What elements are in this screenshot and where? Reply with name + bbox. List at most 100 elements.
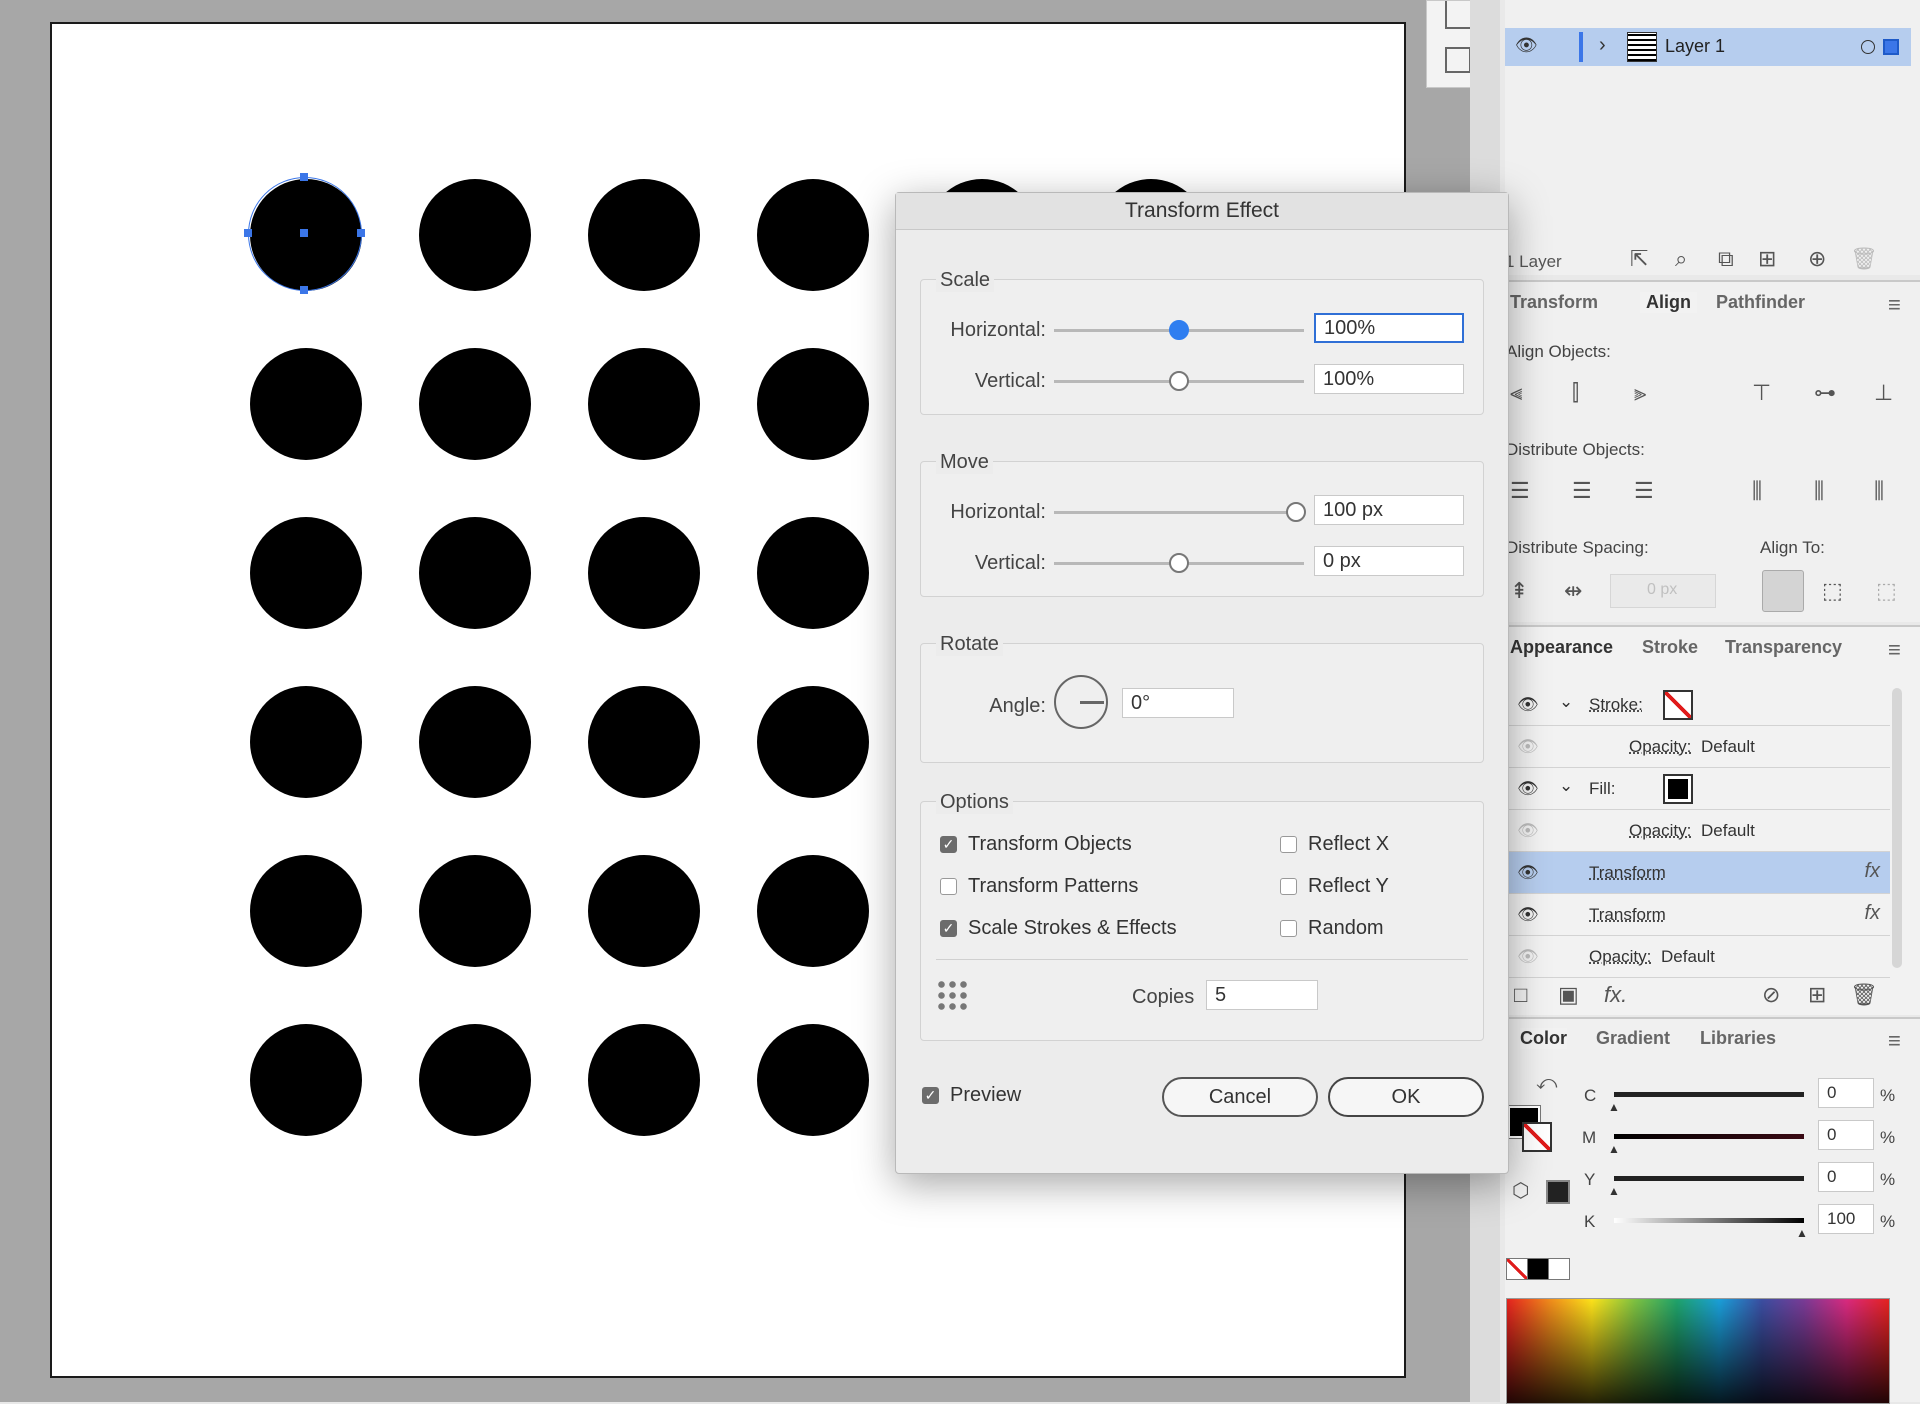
transform-patterns-label[interactable]: Transform Patterns — [968, 875, 1138, 898]
circle-shape[interactable] — [419, 179, 531, 291]
tab-transform[interactable]: Transform — [1510, 292, 1598, 313]
panel-menu-icon[interactable]: ≡ — [1888, 637, 1901, 663]
stroke-link[interactable]: Stroke: — [1589, 695, 1643, 715]
tab-gradient[interactable]: Gradient — [1596, 1028, 1670, 1049]
ok-button[interactable]: OK — [1328, 1077, 1484, 1117]
distribute-bottom-icon[interactable]: ☰ — [1634, 478, 1654, 504]
layer-name[interactable]: Layer 1 — [1665, 36, 1725, 57]
opacity-link[interactable]: Opacity: — [1629, 821, 1691, 841]
eye-icon[interactable]: 👁 — [1517, 779, 1539, 799]
add-fill-icon[interactable]: ▣ — [1558, 982, 1579, 1008]
transform-objects-checkbox[interactable]: ✓ — [940, 836, 957, 853]
transform-objects-label[interactable]: Transform Objects — [968, 833, 1132, 856]
fill-swatch[interactable] — [1663, 774, 1693, 804]
random-checkbox[interactable] — [1280, 920, 1297, 937]
circle-shape[interactable] — [757, 686, 869, 798]
appearance-transform-row-1[interactable]: 👁 Transform fx — [1505, 852, 1890, 894]
distribute-center-v-icon[interactable]: ☰ — [1572, 478, 1592, 504]
layer-row[interactable]: 👁 › Layer 1 — [1505, 28, 1911, 66]
circle-shape[interactable] — [588, 686, 700, 798]
target-icon[interactable] — [1861, 40, 1875, 54]
spacing-field[interactable]: 0 px — [1610, 574, 1716, 608]
circle-shape[interactable] — [588, 179, 700, 291]
move-horizontal-slider-thumb[interactable] — [1286, 502, 1306, 522]
distribute-top-icon[interactable]: ☰ — [1510, 478, 1530, 504]
appearance-fill-row[interactable]: 👁 ⌄ Fill: — [1505, 768, 1890, 810]
new-sublayer-icon[interactable]: ⊞ — [1758, 246, 1776, 272]
black-swatch[interactable] — [1527, 1258, 1549, 1280]
selection-handle-top[interactable] — [300, 173, 308, 181]
preview-label[interactable]: Preview — [950, 1084, 1021, 1107]
circle-shape[interactable] — [588, 348, 700, 460]
circle-shape[interactable] — [250, 517, 362, 629]
cancel-button[interactable]: Cancel — [1162, 1077, 1318, 1117]
scale-strokes-label[interactable]: Scale Strokes & Effects — [968, 917, 1177, 940]
appearance-fill-opacity-row[interactable]: 👁 Opacity: Default — [1505, 810, 1890, 852]
none-swatch[interactable] — [1506, 1258, 1528, 1280]
move-vertical-slider-thumb[interactable] — [1169, 553, 1189, 573]
copies-input[interactable]: 5 — [1206, 980, 1318, 1010]
circle-shape[interactable] — [419, 517, 531, 629]
export-icon[interactable]: ⇱ — [1630, 246, 1648, 272]
reflect-x-label[interactable]: Reflect X — [1308, 833, 1389, 856]
add-effect-icon[interactable]: fx. — [1604, 982, 1627, 1008]
scale-vertical-input[interactable]: 100% — [1314, 364, 1464, 394]
preview-checkbox[interactable]: ✓ — [922, 1087, 939, 1104]
web-color-swatch[interactable] — [1546, 1180, 1570, 1204]
circle-shape[interactable] — [250, 855, 362, 967]
align-left-icon[interactable]: ⫷ — [1510, 380, 1522, 406]
stroke-color-swatch[interactable] — [1522, 1122, 1552, 1152]
eye-icon[interactable]: 👁 — [1517, 737, 1539, 757]
eye-icon[interactable]: 👁 — [1517, 947, 1539, 967]
trash-icon[interactable]: 🗑 — [1850, 246, 1878, 272]
transform-effect-link[interactable]: Transform — [1589, 905, 1666, 925]
y-input[interactable]: 0 — [1818, 1162, 1874, 1192]
eye-icon[interactable]: 👁 — [1517, 821, 1539, 841]
align-to-key-object-icon[interactable]: ⬚ — [1822, 578, 1843, 604]
stroke-swatch[interactable] — [1663, 690, 1693, 720]
chevron-down-icon[interactable]: ⌄ — [1559, 692, 1573, 712]
circle-shape[interactable] — [757, 517, 869, 629]
duplicate-item-icon[interactable]: ⊞ — [1808, 982, 1826, 1008]
circle-shape[interactable] — [419, 348, 531, 460]
transform-effect-link[interactable]: Transform — [1589, 863, 1666, 883]
move-horizontal-input[interactable]: 100 px — [1314, 495, 1464, 525]
angle-dial[interactable] — [1054, 675, 1108, 729]
circle-shape[interactable] — [250, 1024, 362, 1136]
scale-horizontal-slider-thumb[interactable] — [1169, 320, 1189, 340]
align-right-icon[interactable]: ⫸ — [1634, 380, 1646, 406]
appearance-scrollbar[interactable] — [1892, 688, 1902, 968]
m-slider[interactable] — [1614, 1134, 1804, 1139]
eye-icon[interactable]: 👁 — [1517, 863, 1539, 883]
circle-shape[interactable] — [757, 348, 869, 460]
trash-icon[interactable]: 🗑 — [1850, 982, 1878, 1008]
fx-icon[interactable]: fx — [1864, 902, 1880, 925]
appearance-opacity-row[interactable]: 👁 Opacity: Default — [1505, 936, 1890, 978]
circle-shape[interactable] — [588, 517, 700, 629]
eye-icon[interactable]: 👁 — [1517, 695, 1539, 715]
reflect-y-label[interactable]: Reflect Y — [1308, 875, 1389, 898]
selection-handle-bottom[interactable] — [300, 286, 308, 294]
align-to-artboard-icon[interactable]: ⬚ — [1876, 578, 1897, 604]
move-horizontal-slider[interactable] — [1054, 511, 1294, 514]
scale-strokes-checkbox[interactable]: ✓ — [940, 920, 957, 937]
chevron-down-icon[interactable]: ⌄ — [1559, 776, 1573, 796]
panel-menu-icon[interactable]: ≡ — [1888, 292, 1901, 318]
selection-indicator-icon[interactable] — [1883, 39, 1899, 55]
m-slider-thumb[interactable]: ▲ — [1608, 1142, 1620, 1156]
swap-colors-icon[interactable]: ⤺ — [1536, 1072, 1557, 1095]
k-input[interactable]: 100 — [1818, 1204, 1874, 1234]
fx-icon[interactable]: fx — [1864, 860, 1880, 883]
panel-menu-icon[interactable]: ≡ — [1888, 1028, 1901, 1054]
circle-shape[interactable] — [419, 1024, 531, 1136]
eye-icon[interactable]: 👁 — [1517, 905, 1539, 925]
color-spectrum[interactable] — [1506, 1298, 1890, 1404]
m-input[interactable]: 0 — [1818, 1120, 1874, 1150]
circle-shape[interactable] — [588, 855, 700, 967]
circle-shape[interactable] — [757, 179, 869, 291]
circle-shape[interactable] — [250, 686, 362, 798]
align-center-h-icon[interactable]: ⫿ — [1572, 380, 1579, 406]
align-to-selection-icon[interactable] — [1762, 570, 1804, 612]
circle-shape[interactable] — [588, 1024, 700, 1136]
y-slider[interactable] — [1614, 1176, 1804, 1181]
